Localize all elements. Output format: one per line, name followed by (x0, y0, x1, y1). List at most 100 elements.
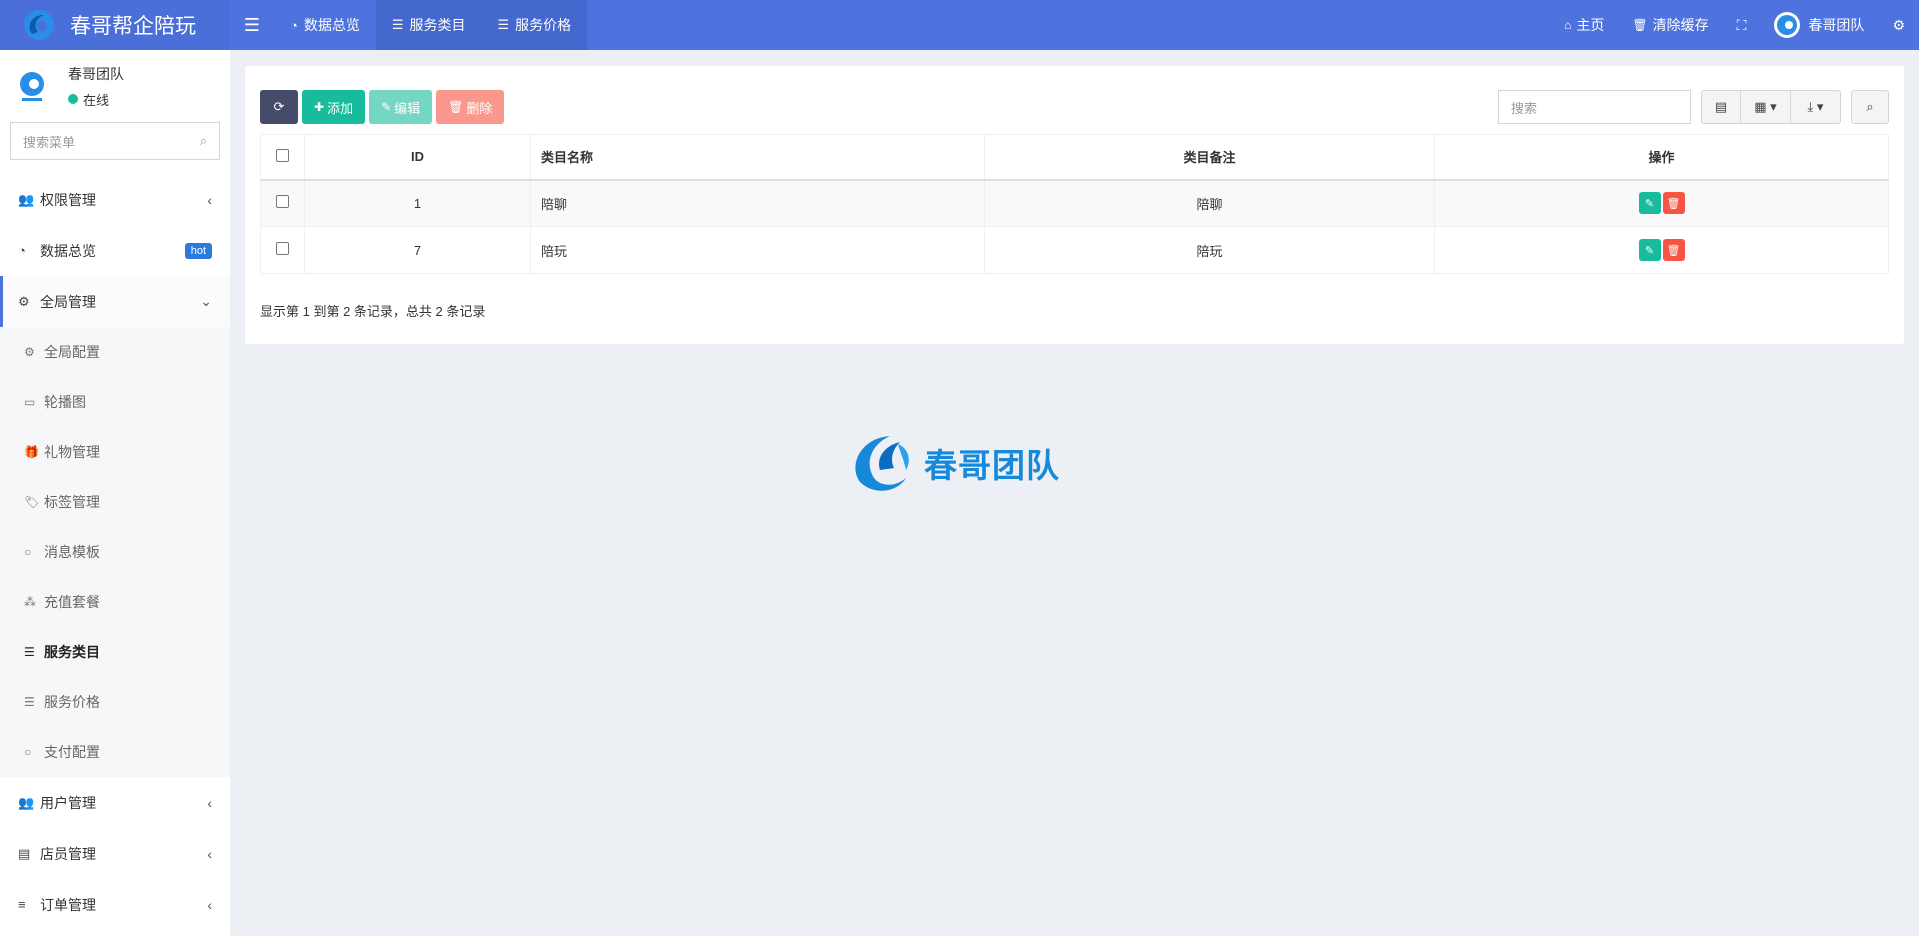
users-icon: 👥 (18, 191, 35, 207)
cell-id: 7 (304, 226, 531, 274)
add-label: 添加 (327, 100, 354, 116)
card-view-icon: ▤ (1714, 99, 1728, 114)
gift-icon: 🎁 (24, 445, 39, 459)
sidebar-item-orders[interactable]: ≡ 订单管理 ‹ (0, 879, 230, 930)
header-name[interactable]: 类目名称 (530, 134, 985, 181)
cogs-icon: ⚙ (18, 293, 30, 309)
edit-button[interactable]: ✎ 编辑 (369, 90, 433, 124)
watermark-logo: 春哥团队 (850, 430, 1060, 496)
cell-op: ✎ 🗑 (1434, 226, 1889, 274)
table-tools: 搜索 ▤ ▦ ▾ ⤓ ▾ ⌕ (1498, 90, 1889, 124)
tab-label: 服务类目 (409, 17, 466, 33)
brand-title: 春哥帮企陪玩 (70, 15, 196, 38)
sidebar-item-users[interactable]: 👥 用户管理 ‹ (0, 777, 230, 828)
chevron-left-icon: ‹ (207, 794, 212, 811)
add-button[interactable]: ✚ 添加 (302, 90, 366, 124)
sidebar-item-label: 店员管理 (40, 845, 96, 862)
edit-label: 编辑 (394, 100, 421, 116)
sidebar-item-label: 充值套餐 (44, 594, 100, 610)
menu-search-placeholder: 搜索菜单 (23, 134, 76, 150)
cell-op: ✎ 🗑 (1434, 179, 1889, 227)
brand[interactable]: 春哥帮企陪玩 (0, 0, 230, 50)
sidebar-toggle-button[interactable]: ☰ (230, 0, 274, 50)
table-row[interactable]: 7 陪玩 陪玩 ✎ 🗑 (260, 226, 1889, 274)
table-row[interactable]: 1 陪聊 陪聊 ✎ 🗑 (260, 179, 1889, 227)
tab-label: 服务价格 (515, 17, 572, 33)
online-dot-icon (68, 94, 78, 104)
pencil-icon: ✎ (1644, 244, 1655, 257)
clear-cache-button[interactable]: 🗑 清除缓存 (1618, 0, 1722, 50)
delete-button[interactable]: 🗑 删除 (436, 90, 505, 124)
sidebar-item-gift[interactable]: 🎁 礼物管理 (0, 427, 230, 477)
sidebar-item-label: 标签管理 (44, 494, 100, 510)
toolbar: ⟳ ✚ 添加 ✎ 编辑 🗑 删除 (260, 90, 508, 124)
sidebar-user-name: 春哥团队 (68, 65, 124, 82)
home-icon: ⌂ (1564, 18, 1572, 32)
tab-dashboard[interactable]: ◔ 数据总览 (274, 0, 376, 50)
home-link[interactable]: ⌂ 主页 (1550, 0, 1618, 50)
sidebar-item-dashboard[interactable]: ◔ 数据总览 hot (0, 225, 230, 276)
toggle-view-button[interactable]: ▤ (1701, 90, 1741, 124)
sidebar-item-service-category[interactable]: ☰ 服务类目 (0, 627, 230, 677)
sidebar-item-label: 支付配置 (44, 744, 100, 760)
table-search-input[interactable]: 搜索 (1498, 90, 1691, 124)
sidebar-item-staff[interactable]: ▤ 店员管理 ‹ (0, 828, 230, 879)
team-logo-icon (855, 436, 909, 491)
delete-label: 删除 (466, 100, 493, 116)
fullscreen-icon: ⛶ (1736, 16, 1747, 33)
hamburger-icon: ☰ (243, 14, 261, 35)
sidebar-item-auth[interactable]: 👥 权限管理 ‹ (0, 174, 230, 225)
sidebar-item-label: 数据总览 (40, 242, 96, 259)
columns-icon: ▦ ▾ (1754, 99, 1777, 114)
sidebar-item-message-template[interactable]: ○ 消息模板 (0, 527, 230, 577)
header-id[interactable]: ID (304, 134, 531, 181)
global-submenu: ⚙ 全局配置 ▭ 轮播图 🎁 礼物管理 🏷 标签管理 ○ 消息模板 ⁂ 充值套餐… (0, 327, 230, 777)
row-edit-button[interactable]: ✎ (1638, 192, 1661, 215)
cell-note: 陪玩 (984, 226, 1435, 274)
header-note[interactable]: 类目备注 (984, 134, 1435, 181)
trash-icon: 🗑 (1666, 197, 1681, 210)
dashboard-icon: ◔ (290, 17, 298, 33)
top-navbar: 春哥帮企陪玩 ☰ ◔ 数据总览 ☰ 服务类目 ☰ 服务价格 ⌂ 主页 🗑 清除缓… (0, 0, 1919, 50)
sidebar-item-global-config[interactable]: ⚙ 全局配置 (0, 327, 230, 377)
advanced-search-button[interactable]: ⌕ (1851, 90, 1889, 124)
row-delete-button[interactable]: 🗑 (1662, 192, 1685, 215)
plus-icon: ✚ (314, 100, 325, 114)
search-icon: ⌕ (199, 133, 207, 148)
refresh-button[interactable]: ⟳ (260, 90, 298, 124)
list-icon: ☰ (497, 17, 510, 32)
export-icon: ⤓ ▾ (1807, 99, 1824, 114)
pagination-info: 显示第 1 到第 2 条记录，总共 2 条记录 (260, 304, 486, 319)
row-edit-button[interactable]: ✎ (1638, 239, 1661, 261)
tab-service-category[interactable]: ☰ 服务类目 (375, 0, 482, 50)
sidebar-item-banner[interactable]: ▭ 轮播图 (0, 377, 230, 427)
chevron-left-icon: ‹ (207, 896, 212, 913)
menu-search-input[interactable]: 搜索菜单 ⌕ (10, 122, 220, 160)
pencil-icon: ✎ (381, 100, 392, 114)
select-all-checkbox[interactable] (276, 148, 289, 162)
user-avatar-icon (1774, 12, 1801, 38)
user-panel: 春哥团队 在线 (0, 50, 230, 122)
sidebar-item-pay-config[interactable]: ○ 支付配置 (0, 727, 230, 777)
export-button[interactable]: ⤓ ▾ (1791, 90, 1841, 124)
sidebar-item-service-price[interactable]: ☰ 服务价格 (0, 677, 230, 727)
sidebar-item-label: 用户管理 (40, 794, 96, 811)
dashboard-icon: ◔ (18, 243, 26, 258)
sidebar-item-label: 轮播图 (44, 394, 86, 410)
home-label: 主页 (1576, 17, 1605, 33)
table-panel: ⟳ ✚ 添加 ✎ 编辑 🗑 删除 搜索 ▤ ▦ ▾ ⤓ ▾ ⌕ ID 类目名称 … (245, 66, 1904, 344)
row-checkbox[interactable] (276, 195, 289, 209)
settings-button[interactable]: ⚙ (1878, 0, 1919, 50)
user-menu[interactable]: 春哥团队 (1760, 0, 1878, 50)
sidebar-item-tag[interactable]: 🏷 标签管理 (0, 477, 230, 527)
columns-button[interactable]: ▦ ▾ (1741, 90, 1791, 124)
sidebar-item-label: 消息模板 (44, 544, 100, 560)
sidebar-item-recharge[interactable]: ⁂ 充值套餐 (0, 577, 230, 627)
sidebar-item-global[interactable]: ⚙ 全局管理 ⌄ (0, 276, 230, 327)
sidebar-item-label: 服务类目 (44, 644, 100, 660)
row-checkbox[interactable] (276, 242, 289, 255)
tab-service-price[interactable]: ☰ 服务价格 (481, 0, 588, 50)
fullscreen-button[interactable]: ⛶ (1723, 0, 1761, 50)
chevron-down-icon: ⌄ (200, 293, 212, 309)
row-delete-button[interactable]: 🗑 (1662, 239, 1685, 261)
